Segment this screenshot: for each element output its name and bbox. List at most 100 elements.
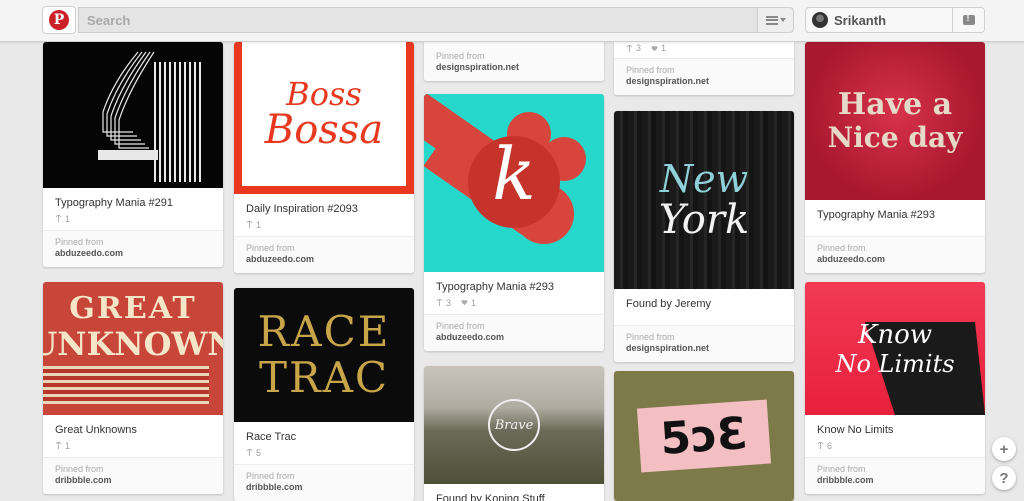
art-line: Have a [837, 87, 953, 122]
art-line: Know [857, 319, 933, 350]
repin-count: 5 [256, 447, 262, 458]
credits-source[interactable]: designspiration.net [626, 343, 782, 354]
help-button[interactable]: ? [992, 466, 1016, 490]
art-line: UNKNOWN [43, 324, 223, 363]
credits-source[interactable]: dribbble.com [246, 482, 402, 493]
pin-image[interactable]: 5ↄƐ [614, 371, 794, 501]
pin-card[interactable]: RACE TRAC Race Trac 5 Pinned from dribbb… [234, 288, 414, 501]
pin-image[interactable] [43, 42, 223, 188]
pin-description[interactable]: Found by Jeremy [614, 289, 794, 311]
pin-image[interactable]: Have a Nice day [805, 42, 985, 200]
like-count: 1 [471, 297, 477, 308]
pin-stats: 1 [43, 437, 223, 451]
credits-label: Pinned from [817, 464, 866, 474]
pin-credits[interactable]: Pinned from dribbble.com [43, 457, 223, 494]
credits-source[interactable]: abduzeedo.com [817, 254, 973, 265]
pin-image[interactable]: Know No Limits [805, 282, 985, 415]
pin-stats: 3 1 [424, 294, 604, 308]
art-line: GREAT [69, 290, 197, 326]
pin-card[interactable]: 5ↄƐ [614, 371, 794, 501]
pin-description[interactable]: Typography Mania #291 [43, 188, 223, 210]
repin-icon [55, 442, 62, 449]
pin-card[interactable]: 3 1 Pinned from designspiration.net [614, 38, 794, 95]
pinterest-logo-button[interactable]: P [42, 6, 76, 34]
pin-credits[interactable]: Pinned from dribbble.com [234, 464, 414, 501]
pin-credits[interactable]: Pinned from dribbble.com [805, 457, 985, 494]
pin-image[interactable]: k [424, 94, 604, 272]
pin-credits[interactable]: Pinned from designspiration.net [614, 58, 794, 95]
pin-credits[interactable]: Pinned from abduzeedo.com [424, 314, 604, 351]
credits-source[interactable]: dribbble.com [817, 475, 973, 486]
repin-count: 1 [65, 213, 71, 224]
pin-card[interactable]: Pinned from designspiration.net [424, 38, 604, 81]
brave-badge: Brave [488, 399, 540, 451]
art-line: Nice day [827, 121, 963, 154]
pin-image[interactable]: New York [614, 111, 794, 289]
search-bar [78, 7, 794, 33]
pin-stats: 5 [234, 444, 414, 458]
pin-description[interactable]: Great Unknowns [43, 415, 223, 437]
credits-source[interactable]: abduzeedo.com [436, 332, 592, 343]
art-line: York [658, 197, 750, 243]
pin-description[interactable]: Found by Koning Stuff [424, 484, 604, 501]
notifications-button[interactable] [953, 7, 985, 33]
repin-count: 3 [446, 297, 452, 308]
pinterest-logo-icon: P [49, 10, 69, 30]
pin-card[interactable]: GREAT UNKNOWN Great Unknowns 1 Pinned fr… [43, 282, 223, 494]
credits-label: Pinned from [55, 464, 104, 474]
heart-icon [651, 45, 658, 51]
credits-source[interactable]: abduzeedo.com [55, 248, 211, 259]
top-header: P Srikanth [0, 0, 1024, 42]
credits-label: Pinned from [626, 65, 675, 75]
profile-button[interactable]: Srikanth [805, 7, 953, 33]
pin-image[interactable]: Brave [424, 366, 604, 484]
credits-source[interactable]: abduzeedo.com [246, 254, 402, 265]
pin-card[interactable]: Typography Mania #291 1 Pinned from abdu… [43, 42, 223, 267]
k-glyph: k [492, 132, 536, 216]
boss-art: Boss Bossa [265, 78, 383, 150]
pin-credits[interactable]: Pinned from abduzeedo.com [805, 236, 985, 273]
credits-source[interactable]: dribbble.com [55, 475, 211, 486]
pin-card[interactable]: Brave Found by Koning Stuff [424, 366, 604, 501]
credits-source[interactable]: designspiration.net [626, 76, 782, 87]
nice-day-art: Have a Nice day [828, 90, 963, 152]
category-menu-button[interactable] [757, 8, 793, 32]
menu-icon [765, 15, 778, 25]
pin-description[interactable]: Typography Mania #293 [424, 272, 604, 294]
pin-card[interactable]: k Typography Mania #293 3 1 Pinned from … [424, 94, 604, 351]
know-no-limits-art: Know No Limits [835, 322, 954, 376]
credits-source[interactable]: designspiration.net [436, 62, 592, 73]
race-trac-art: RACE TRAC [258, 311, 391, 399]
repin-icon [436, 299, 443, 306]
pin-image[interactable]: Boss Bossa [234, 42, 414, 194]
new-york-art: New York [659, 160, 749, 240]
credits-label: Pinned from [436, 51, 485, 61]
art-line: No Limits [835, 349, 955, 378]
pin-stats: 6 [805, 437, 985, 451]
pin-description[interactable]: Race Trac [234, 422, 414, 444]
art-line: Brave [494, 417, 534, 433]
pin-credits[interactable]: Pinned from abduzeedo.com [43, 230, 223, 267]
pin-image[interactable]: GREAT UNKNOWN [43, 282, 223, 415]
like-count: 1 [661, 43, 667, 53]
add-pin-button[interactable]: + [992, 437, 1016, 461]
repin-count: 1 [65, 440, 71, 451]
pin-card[interactable]: Know No Limits Know No Limits 6 Pinned f… [805, 282, 985, 494]
pin-description[interactable]: Know No Limits [805, 415, 985, 437]
art-line: Boss [286, 75, 362, 113]
credits-label: Pinned from [246, 243, 295, 253]
pin-credits[interactable]: Pinned from abduzeedo.com [234, 236, 414, 273]
pin-card[interactable]: Boss Bossa Daily Inspiration #2093 1 Pin… [234, 42, 414, 273]
pin-card[interactable]: Have a Nice day Typography Mania #293 Pi… [805, 42, 985, 273]
pin-card[interactable]: New York Found by Jeremy Pinned from des… [614, 111, 794, 362]
pin-description[interactable]: Typography Mania #293 [805, 200, 985, 222]
pin-credits[interactable]: Pinned from designspiration.net [424, 38, 604, 81]
heart-icon [461, 300, 468, 306]
pin-description[interactable]: Daily Inspiration #2093 [234, 194, 414, 216]
pin-image[interactable]: RACE TRAC [234, 288, 414, 422]
repin-icon [817, 442, 824, 449]
pin-credits[interactable]: Pinned from designspiration.net [614, 325, 794, 362]
user-name: Srikanth [834, 12, 887, 28]
search-input[interactable] [87, 11, 747, 29]
repin-count: 6 [827, 440, 833, 451]
